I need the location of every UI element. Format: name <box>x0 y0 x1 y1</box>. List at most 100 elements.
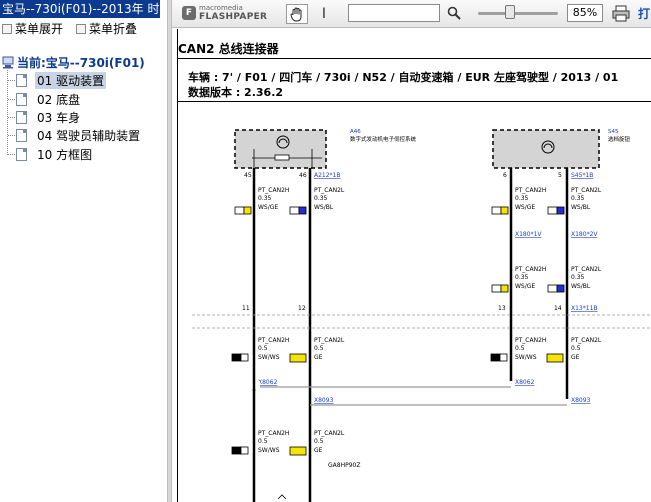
wire-size: 0.5 <box>258 438 268 445</box>
wire-color-swatch <box>231 446 249 455</box>
tree-item-body[interactable]: 03 车身 <box>14 108 82 126</box>
pin-11: 11 <box>242 305 250 312</box>
wire-color: WS/BL <box>314 204 334 211</box>
document-page: CAN2 总线连接器 车辆 : 7' / F01 / 四门车 / 730i / … <box>172 29 651 502</box>
wire-color: SW/WS <box>515 354 537 361</box>
wire-color: WS/GE <box>515 204 535 211</box>
wire-size: 0.5 <box>515 345 525 352</box>
wire-name: PT_CAN2H <box>515 187 546 194</box>
connector-a212[interactable]: A212*1B <box>314 172 341 179</box>
wire-color-swatch <box>289 446 307 456</box>
component-s45-name: 选档旋钮 <box>608 135 631 143</box>
wire-color-swatch <box>547 284 565 293</box>
wire-color-swatch <box>546 353 564 363</box>
wire-name: PT_CAN2H <box>258 187 289 194</box>
tree-root-label: 当前:宝马--730i(F01) <box>17 55 145 70</box>
wire-size: 0.35 <box>571 274 585 281</box>
wire-size: 0.5 <box>314 345 324 352</box>
component-a46-id: A46 <box>350 129 361 135</box>
flashpaper-viewer: F macromedia FLASHPAPER I 85% 打 CAN2 总线连… <box>172 0 651 502</box>
wire-name: PT_CAN2L <box>571 266 602 273</box>
tree-item-label: 10 方框图 <box>37 147 93 162</box>
pin-14: 14 <box>554 305 562 312</box>
viewer-toolbar: F macromedia FLASHPAPER I 85% 打 <box>172 0 651 28</box>
wiring-diagram: A46 数字式发动机电子伺控系统 S45 选档旋钮 45 46 6 5 A212… <box>192 129 651 502</box>
menu-expand-label: 菜单展开 <box>15 22 64 36</box>
component-s45[interactable] <box>492 129 600 169</box>
tree-item-label: 02 底盘 <box>37 92 81 107</box>
printer-icon[interactable] <box>612 5 630 22</box>
wire-color-swatch <box>491 284 509 293</box>
wire-name: PT_CAN2L <box>314 337 345 344</box>
wire-size: 0.5 <box>258 345 268 352</box>
hand-icon <box>290 7 302 21</box>
connector-x8093-left[interactable]: X8093 <box>314 397 334 404</box>
wire-color: WS/GE <box>515 283 535 290</box>
wire-color-swatch <box>231 353 249 362</box>
logo-line2: FLASHPAPER <box>199 12 268 22</box>
wire-color: WS/BL <box>571 204 591 211</box>
connector-x8062-left[interactable]: X8062 <box>258 379 278 386</box>
wire-color: SW/WS <box>258 447 280 454</box>
expand-icon <box>2 24 12 34</box>
gearbox-label: GA8HP90Z <box>328 462 360 469</box>
wire-size: 0.35 <box>515 274 529 281</box>
wire-size: 0.5 <box>314 438 324 445</box>
document-icon <box>16 147 27 161</box>
tree-item-chassis[interactable]: 02 底盘 <box>14 90 82 108</box>
zoom-slider-thumb[interactable] <box>505 5 515 19</box>
connector-x180-1v[interactable]: X180*1V <box>515 231 542 238</box>
wire-color-swatch <box>547 206 565 215</box>
window-title-bar: 宝马--730i(F01)--2013年 时 <box>0 0 160 18</box>
tree-root[interactable]: 当前:宝马--730i(F01) <box>2 53 145 71</box>
document-icon <box>16 73 27 87</box>
wire-size: 0.35 <box>258 195 272 202</box>
wire-name: PT_CAN2L <box>314 187 345 194</box>
menu-expand-button[interactable]: 菜单展开 <box>2 20 63 38</box>
tree-item-label: 03 车身 <box>37 110 81 125</box>
document-icon <box>16 128 27 142</box>
magnifier-icon[interactable] <box>447 6 461 20</box>
wire-color: WS/GE <box>258 204 278 211</box>
tree-item-block-diagram[interactable]: 10 方框图 <box>14 145 94 163</box>
connector-s45[interactable]: S45*1B <box>571 172 593 179</box>
menu-collapse-button[interactable]: 菜单折叠 <box>76 20 137 38</box>
wire-name: PT_CAN2H <box>258 430 289 437</box>
pin-12: 12 <box>298 305 306 312</box>
wire-color: SW/WS <box>258 354 280 361</box>
wire-size: 0.35 <box>515 195 529 202</box>
wire-color-swatch <box>491 206 509 215</box>
menu-row: 菜单展开 菜单折叠 <box>0 20 167 38</box>
pin-6: 6 <box>503 172 507 179</box>
connector-x180-2v[interactable]: X180*2V <box>571 231 598 238</box>
zoom-level-field[interactable]: 85% <box>567 4 603 22</box>
connector-x8093-right[interactable]: X8093 <box>571 397 591 404</box>
zoom-slider-track[interactable] <box>478 12 558 15</box>
tree-branch-line <box>7 70 8 155</box>
document-icon <box>16 92 27 106</box>
pin-5: 5 <box>558 172 562 179</box>
text-cursor-icon[interactable]: I <box>318 5 330 23</box>
search-input[interactable] <box>348 4 440 22</box>
tree-item-driver-assist[interactable]: 04 驾驶员辅助装置 <box>14 126 142 144</box>
flashpaper-logo-mark: F <box>182 6 196 20</box>
wire-name: PT_CAN2H <box>258 337 289 344</box>
continuation-arrow-icon <box>277 494 287 500</box>
wire-color-swatch <box>490 353 508 362</box>
wire-size: 0.5 <box>571 345 581 352</box>
connector-x8062-right[interactable]: X8062 <box>515 379 535 386</box>
wire-color-swatch <box>289 206 307 215</box>
hand-tool-button[interactable] <box>286 4 308 24</box>
document-icon <box>16 110 27 124</box>
pin-13: 13 <box>498 305 506 312</box>
computer-icon <box>2 56 14 68</box>
component-s45-id: S45 <box>608 129 619 135</box>
wire-color: GE <box>314 354 323 361</box>
wire-name: PT_CAN2L <box>571 187 602 194</box>
menu-collapse-label: 菜单折叠 <box>89 22 138 36</box>
collapse-icon <box>76 24 86 34</box>
connector-x13[interactable]: X13*11B <box>571 305 598 312</box>
tree-item-drive[interactable]: 01 驱动装置 <box>14 71 107 89</box>
wire-name: PT_CAN2H <box>515 337 546 344</box>
print-button-label[interactable]: 打 <box>638 5 650 22</box>
